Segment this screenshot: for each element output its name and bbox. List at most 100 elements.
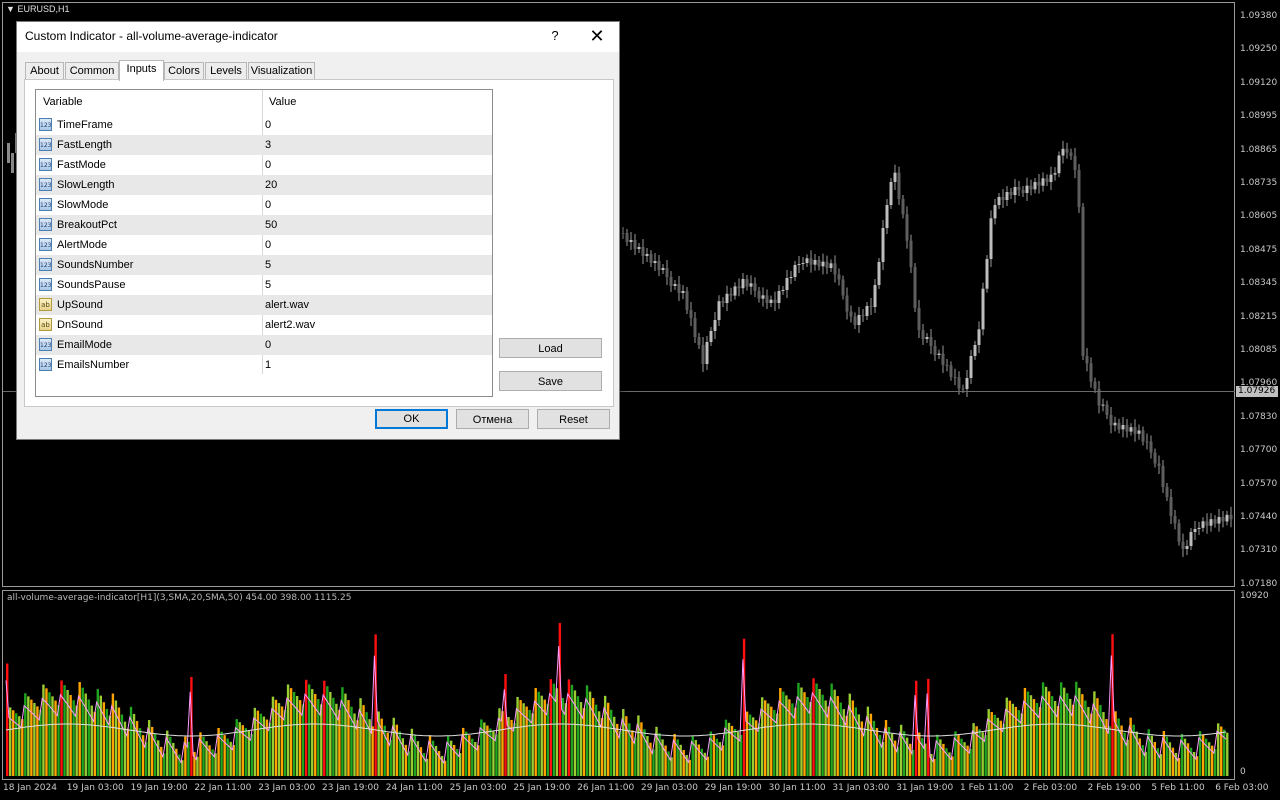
input-row-fastlength[interactable]: 123 FastLength 3 [36,135,492,155]
candle-body [841,279,845,296]
save-button[interactable]: Save [499,371,602,391]
variable-value[interactable]: 3 [265,135,271,155]
candle-body [1117,422,1121,430]
candle-body [1145,441,1149,443]
candle-body [705,342,709,364]
tab-about[interactable]: About [25,62,64,80]
ok-button[interactable]: OK [375,409,448,429]
variable-name: BreakoutPct [57,219,117,231]
candle-body [1121,425,1125,430]
integer-type-icon: 123 [39,158,52,171]
candle-body [1193,529,1197,532]
close-button[interactable]: ✕ [587,25,607,47]
candle-body [781,290,785,291]
candle-body [733,286,737,296]
candle-body [629,240,633,242]
candle-body [1181,541,1185,549]
integer-type-icon: 123 [39,178,52,191]
input-row-dnsound[interactable]: ab DnSound alert2.wav [36,315,492,335]
candle-body [869,306,873,307]
price-level-label: 1.08475 [1240,244,1278,255]
variable-value[interactable]: 5 [265,255,271,275]
tab-visualization[interactable]: Visualization [248,62,315,80]
dialog-title: Custom Indicator - all-volume-average-in… [25,29,278,43]
custom-indicator-dialog: Custom Indicator - all-volume-average-in… [16,21,620,440]
volume-bar [1226,732,1229,776]
candle-body [813,260,817,265]
candle-body [989,218,993,259]
tab-inputs[interactable]: Inputs [119,60,164,81]
candle-body [873,285,877,307]
variable-value[interactable]: 0 [265,235,271,255]
input-row-alertmode[interactable]: 123 AlertMode 0 [36,235,492,255]
candle-body [693,318,697,337]
candle-body [921,330,925,339]
column-header-value[interactable]: Value [269,90,296,114]
candle-body [1065,148,1069,153]
candle-body [861,315,865,316]
input-row-upsound[interactable]: ab UpSound alert.wav [36,295,492,315]
variable-value[interactable]: 0 [265,155,271,175]
indicator-window[interactable] [2,590,1235,780]
candle-body [829,263,833,268]
candle-body [889,182,893,205]
input-row-slowmode[interactable]: 123 SlowMode 0 [36,195,492,215]
candle-body [1089,363,1093,382]
price-level-label: 1.08215 [1240,311,1278,322]
input-row-emailsnumber[interactable]: 123 EmailsNumber 1 [36,355,492,375]
input-row-timeframe[interactable]: 123 TimeFrame 0 [36,115,492,135]
input-row-emailmode[interactable]: 123 EmailMode 0 [36,335,492,355]
candle-body [773,299,777,303]
candle-body [821,261,825,267]
variable-value[interactable]: 20 [265,175,277,195]
input-row-breakoutpct[interactable]: 123 BreakoutPct 50 [36,215,492,235]
variable-name: AlertMode [57,239,108,251]
terminal-window: ▼ EURUSD,H1 1.09380 1.09250 1.09120 1.08995… [0,0,1280,800]
tab-common[interactable]: Common [65,62,119,80]
chart-menu-triangle-icon[interactable]: ▼ [6,4,15,14]
candle-body [621,233,625,234]
candle-body [1209,519,1213,526]
candle-body [805,258,809,263]
candle-body [1037,182,1041,186]
cancel-button[interactable]: Отмена [456,409,529,429]
variable-value[interactable]: 5 [265,275,271,295]
time-axis-label: 26 Jan 11:00 [577,783,635,793]
string-type-icon: ab [39,298,52,311]
inputs-table[interactable]: Variable Value 123 TimeFrame 0 123 FastLengt… [35,89,493,397]
variable-value[interactable]: alert2.wav [265,315,315,335]
candle-body [645,254,649,256]
candle-body [1169,497,1173,516]
dialog-titlebar[interactable]: Custom Indicator - all-volume-average-in… [17,22,619,52]
time-axis-label: 29 Jan 03:00 [641,783,698,793]
tab-colors[interactable]: Colors [164,62,204,80]
variable-name: SoundsPause [57,279,126,291]
column-header-variable[interactable]: Variable [43,90,83,114]
variable-value[interactable]: 1 [265,355,271,375]
time-axis-label: 19 Jan 03:00 [66,783,124,793]
variable-value[interactable]: 0 [265,195,271,215]
load-button[interactable]: Load [499,338,602,358]
indicator-scale-min: 0 [1240,767,1246,777]
input-row-fastmode[interactable]: 123 FastMode 0 [36,155,492,175]
variable-value[interactable]: 50 [265,215,277,235]
candle-body [893,172,897,182]
candle-body [941,353,945,365]
candle-body [1053,173,1057,175]
candle-body [701,345,705,364]
reset-button[interactable]: Reset [537,409,610,429]
tab-levels[interactable]: Levels [205,62,247,80]
variable-value[interactable]: alert.wav [265,295,309,315]
variable-value[interactable]: 0 [265,335,271,355]
integer-type-icon: 123 [39,358,52,371]
candle-body [1161,466,1165,487]
input-row-soundspause[interactable]: 123 SoundsPause 5 [36,275,492,295]
variable-value[interactable]: 0 [265,115,271,135]
input-row-soundsnumber[interactable]: 123 SoundsNumber 5 [36,255,492,275]
help-button[interactable]: ? [548,28,562,43]
price-level-label: 1.07180 [1240,578,1278,589]
candle-body [765,295,769,303]
input-row-slowlength[interactable]: 123 SlowLength 20 [36,175,492,195]
candle-body [1073,155,1077,171]
candle-body [741,279,745,289]
